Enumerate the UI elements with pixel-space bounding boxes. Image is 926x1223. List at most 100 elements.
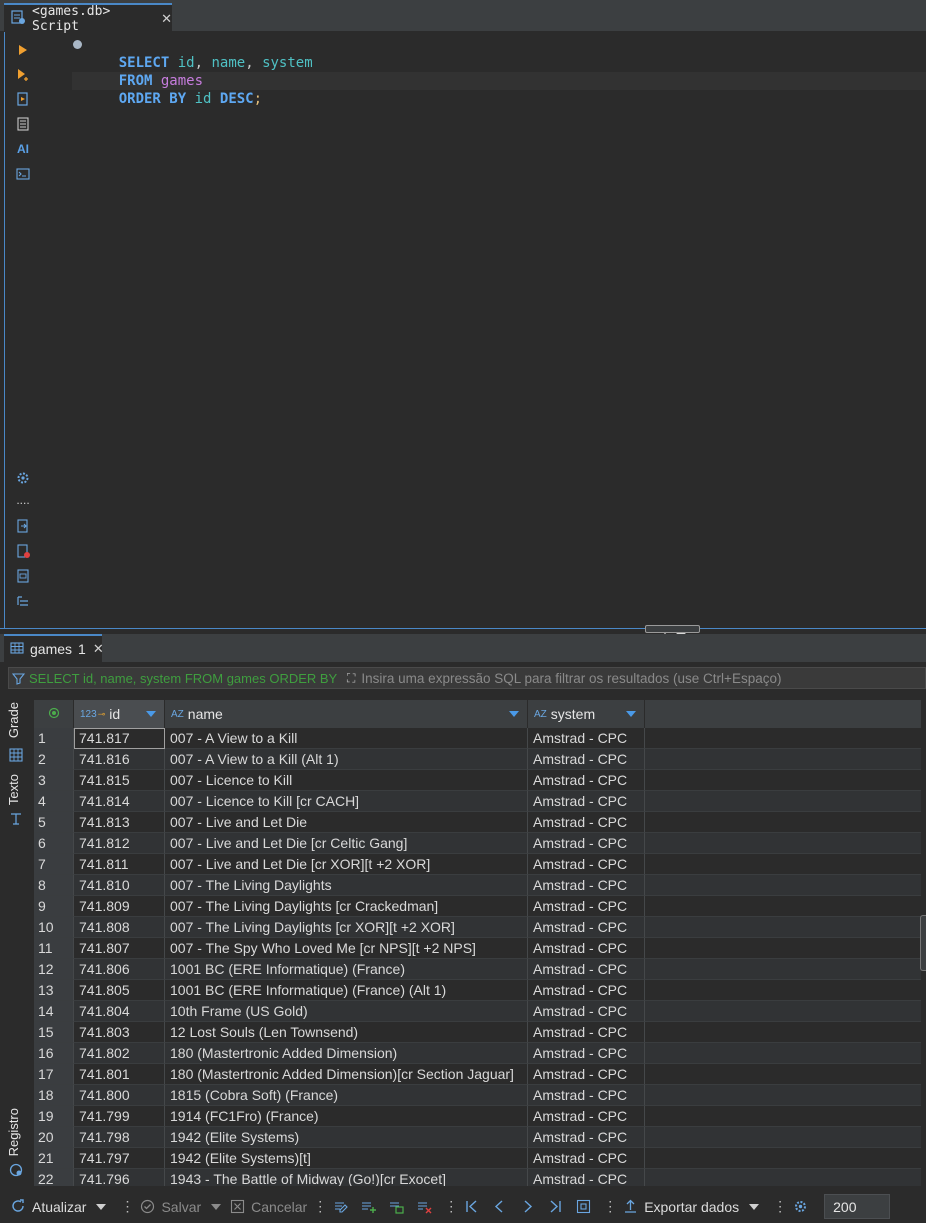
table-row[interactable]: 20 741.798 1942 (Elite Systems) Amstrad - C…: [34, 1127, 921, 1148]
row-number[interactable]: 8: [34, 875, 74, 896]
cell-name[interactable]: 1914 (FC1Fro) (France): [165, 1106, 528, 1127]
table-row[interactable]: 9 741.809 007 - The Living Daylights [cr C…: [34, 896, 921, 917]
side-panel-toggle[interactable]: [920, 915, 926, 971]
settings-gear-icon[interactable]: [15, 470, 31, 486]
cell-system[interactable]: Amstrad - CPC: [528, 728, 645, 749]
sql-editor[interactable]: SELECT id, name, system FROM games ORDER…: [72, 36, 926, 107]
cell-system[interactable]: Amstrad - CPC: [528, 1022, 645, 1043]
cancel-button[interactable]: Cancelar: [229, 1193, 307, 1221]
table-row[interactable]: 11 741.807 007 - The Spy Who Loved Me [cr …: [34, 938, 921, 959]
cell-id[interactable]: 741.810: [74, 875, 165, 896]
table-row[interactable]: 10 741.808 007 - The Living Daylights [cr …: [34, 917, 921, 938]
cell-id[interactable]: 741.805: [74, 980, 165, 1001]
tab-results-games[interactable]: games 1 ✕: [4, 634, 104, 662]
cell-system[interactable]: Amstrad - CPC: [528, 1169, 645, 1186]
table-row[interactable]: 2 741.816 007 - A View to a Kill (Alt 1) Am…: [34, 749, 921, 770]
export-data-button[interactable]: Exportar dados: [622, 1193, 739, 1221]
export-script-icon[interactable]: [15, 518, 31, 534]
row-number[interactable]: 12: [34, 959, 74, 980]
log-icon[interactable]: [9, 1163, 23, 1177]
row-number[interactable]: 13: [34, 980, 74, 1001]
column-header-id[interactable]: 123 ⊸ id: [74, 700, 165, 728]
cell-name[interactable]: 007 - Licence to Kill [cr CACH]: [165, 791, 528, 812]
table-row[interactable]: 6 741.812 007 - Live and Let Die [cr Celti…: [34, 833, 921, 854]
table-row[interactable]: 7 741.811 007 - Live and Let Die [cr XOR][…: [34, 854, 921, 875]
filter-input[interactable]: [361, 670, 925, 686]
text-view-icon[interactable]: [9, 812, 23, 826]
cell-system[interactable]: Amstrad - CPC: [528, 959, 645, 980]
refresh-dropdown-icon[interactable]: [96, 1203, 107, 1210]
fold-marker-icon[interactable]: [73, 40, 82, 49]
cell-system[interactable]: Amstrad - CPC: [528, 980, 645, 1001]
row-number[interactable]: 17: [34, 1064, 74, 1085]
more-dots-icon[interactable]: ....: [15, 492, 31, 508]
cell-id[interactable]: 741.814: [74, 791, 165, 812]
row-number[interactable]: 18: [34, 1085, 74, 1106]
save-button[interactable]: Salvar: [139, 1193, 201, 1221]
execute-statement-icon[interactable]: [15, 42, 31, 58]
edit-row-icon[interactable]: [332, 1199, 348, 1215]
cell-id[interactable]: 741.797: [74, 1148, 165, 1169]
row-number[interactable]: 16: [34, 1043, 74, 1064]
close-icon[interactable]: ✕: [161, 11, 172, 27]
cell-system[interactable]: Amstrad - CPC: [528, 1043, 645, 1064]
row-number[interactable]: 7: [34, 854, 74, 875]
delete-row-icon[interactable]: [416, 1199, 432, 1215]
cell-system[interactable]: Amstrad - CPC: [528, 1148, 645, 1169]
add-row-icon[interactable]: [360, 1199, 376, 1215]
cell-system[interactable]: Amstrad - CPC: [528, 896, 645, 917]
table-row[interactable]: 5 741.813 007 - Live and Let Die Amstrad - …: [34, 812, 921, 833]
cell-id[interactable]: 741.804: [74, 1001, 165, 1022]
cell-id[interactable]: 741.813: [74, 812, 165, 833]
cell-name[interactable]: 180 (Mastertronic Added Dimension): [165, 1043, 528, 1064]
expand-icon[interactable]: ⛶: [347, 671, 355, 686]
cell-name[interactable]: 007 - A View to a Kill (Alt 1): [165, 749, 528, 770]
row-number[interactable]: 4: [34, 791, 74, 812]
table-row[interactable]: 22 741.796 1943 - The Battle of Midway (Go…: [34, 1169, 921, 1186]
fetch-all-icon[interactable]: [575, 1199, 591, 1215]
row-number[interactable]: 1: [34, 728, 74, 749]
tab-grid-view[interactable]: Grade: [6, 702, 21, 738]
cell-name[interactable]: 1942 (Elite Systems)[t]: [165, 1148, 528, 1169]
close-icon[interactable]: ✕: [93, 641, 104, 657]
table-row[interactable]: 16 741.802 180 (Mastertronic Added Dimensi…: [34, 1043, 921, 1064]
outline-icon[interactable]: [15, 593, 31, 609]
table-row[interactable]: 19 741.799 1914 (FC1Fro) (France) Amstrad -…: [34, 1106, 921, 1127]
splitter-toggle-icon[interactable]: [645, 625, 700, 637]
cell-id[interactable]: 741.796: [74, 1169, 165, 1186]
export-dropdown-icon[interactable]: [749, 1203, 760, 1210]
table-row[interactable]: 18 741.800 1815 (Cobra Soft) (France) Amstr…: [34, 1085, 921, 1106]
cell-name[interactable]: 007 - Live and Let Die [cr XOR][t +2 XOR…: [165, 854, 528, 875]
cell-name[interactable]: 1001 BC (ERE Informatique) (France): [165, 959, 528, 980]
row-number[interactable]: 6: [34, 833, 74, 854]
cell-id[interactable]: 741.809: [74, 896, 165, 917]
cell-name[interactable]: 007 - The Living Daylights: [165, 875, 528, 896]
select-all-corner[interactable]: [34, 700, 74, 728]
cell-name[interactable]: 10th Frame (US Gold): [165, 1001, 528, 1022]
cell-name[interactable]: 1942 (Elite Systems): [165, 1127, 528, 1148]
row-number[interactable]: 3: [34, 770, 74, 791]
table-row[interactable]: 21 741.797 1942 (Elite Systems)[t] Amstrad …: [34, 1148, 921, 1169]
cell-id[interactable]: 741.815: [74, 770, 165, 791]
cell-id[interactable]: 741.812: [74, 833, 165, 854]
tab-text-view[interactable]: Texto: [6, 774, 21, 805]
cell-name[interactable]: 007 - The Spy Who Loved Me [cr NPS][t +2…: [165, 938, 528, 959]
grid-settings-icon[interactable]: [792, 1199, 808, 1215]
cell-system[interactable]: Amstrad - CPC: [528, 1064, 645, 1085]
column-header-system[interactable]: AZ system: [528, 700, 645, 728]
row-number[interactable]: 15: [34, 1022, 74, 1043]
sql-file-icon[interactable]: [15, 568, 31, 584]
cell-system[interactable]: Amstrad - CPC: [528, 854, 645, 875]
cell-name[interactable]: 1815 (Cobra Soft) (France): [165, 1085, 528, 1106]
table-row[interactable]: 14 741.804 10th Frame (US Gold) Amstrad - C…: [34, 1001, 921, 1022]
table-row[interactable]: 1 741.817 007 - A View to a Kill Amstrad - …: [34, 728, 921, 749]
execute-statement-new-tab-icon[interactable]: [15, 67, 31, 83]
cell-name[interactable]: 007 - The Living Daylights [cr Crackedma…: [165, 896, 528, 917]
row-number[interactable]: 21: [34, 1148, 74, 1169]
cell-id[interactable]: 741.806: [74, 959, 165, 980]
table-row[interactable]: 3 741.815 007 - Licence to Kill Amstrad - C…: [34, 770, 921, 791]
current-query-text[interactable]: SELECT id, name, system FROM games ORDER…: [29, 671, 341, 686]
cell-system[interactable]: Amstrad - CPC: [528, 791, 645, 812]
duplicate-row-icon[interactable]: [388, 1199, 404, 1215]
row-number[interactable]: 10: [34, 917, 74, 938]
